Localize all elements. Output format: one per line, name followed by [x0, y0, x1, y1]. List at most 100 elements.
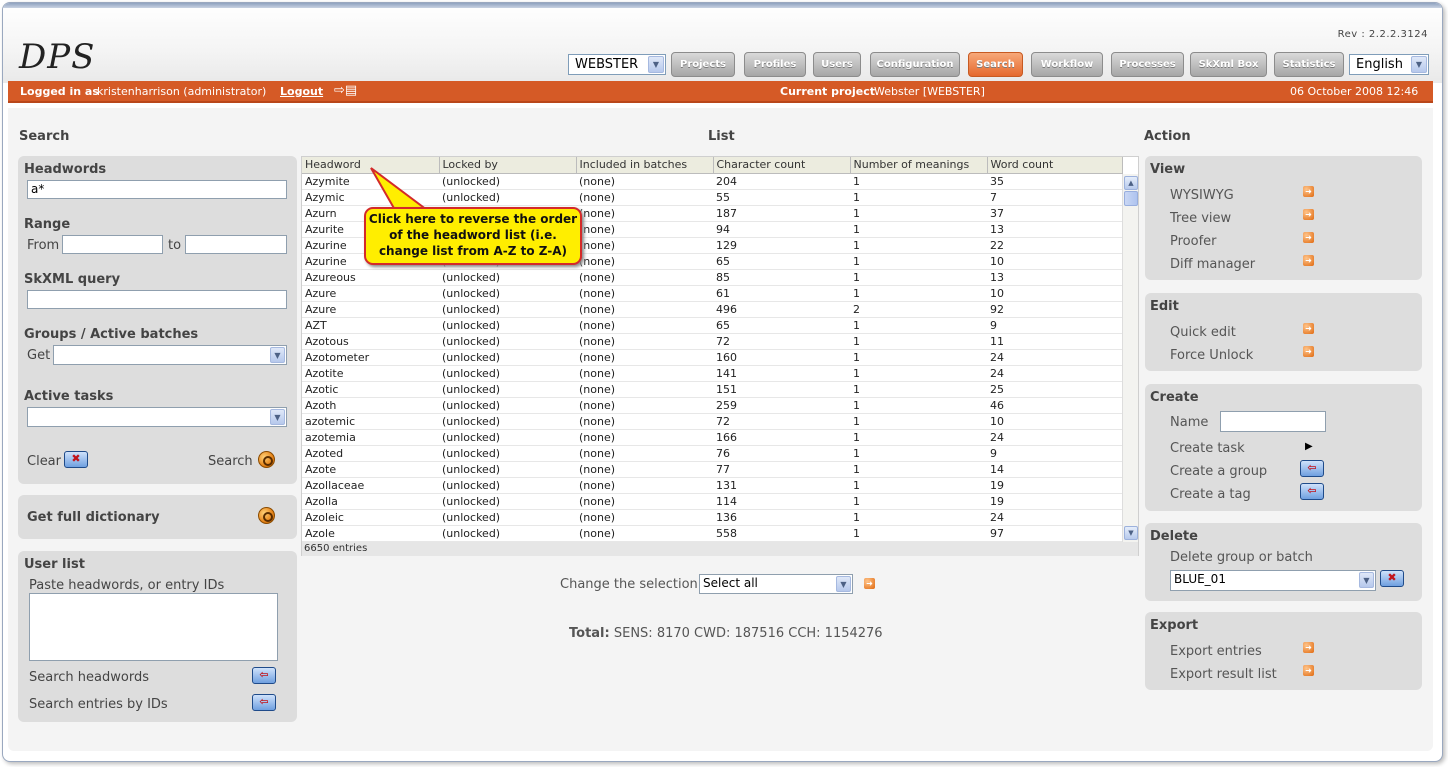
- selection-select[interactable]: Select all ▼: [699, 574, 853, 594]
- table-scrollbar[interactable]: ▲ ▼: [1122, 174, 1138, 542]
- nav-configuration[interactable]: Configuration: [870, 52, 960, 77]
- scroll-thumb[interactable]: [1124, 191, 1138, 206]
- total-line: Total: SENS: 8170 CWD: 187516 CCH: 11542…: [569, 626, 883, 641]
- action-wysiwyg[interactable]: WYSIWYG: [1170, 188, 1234, 203]
- arrow-right-icon[interactable]: ➜: [1303, 255, 1314, 266]
- arrow-right-icon[interactable]: ➜: [1303, 665, 1314, 676]
- arrow-right-icon[interactable]: ➜: [1303, 186, 1314, 197]
- action-create-task[interactable]: Create task: [1170, 441, 1245, 456]
- nav-statistics[interactable]: Statistics: [1274, 52, 1344, 77]
- table-row[interactable]: Azolla (unlocked) (none) 114 1 19: [302, 493, 1122, 510]
- clear-label[interactable]: Clear: [27, 454, 61, 469]
- column-header[interactable]: Locked by: [439, 157, 577, 174]
- triangle-right-icon[interactable]: ▶: [1305, 441, 1313, 452]
- headwords-input[interactable]: a*: [27, 180, 287, 199]
- table-row[interactable]: Azoleic (unlocked) (none) 136 1 24: [302, 509, 1122, 526]
- table-row[interactable]: Azollaceae (unlocked) (none) 131 1 19: [302, 477, 1122, 494]
- chevron-down-icon[interactable]: ▼: [1359, 572, 1374, 588]
- table-row[interactable]: Azotic (unlocked) (none) 151 1 25: [302, 381, 1122, 398]
- arrow-right-icon[interactable]: ➜: [1303, 346, 1314, 357]
- active-tasks-select[interactable]: ▼: [27, 407, 287, 427]
- search-icon[interactable]: [258, 451, 275, 468]
- nav-projects[interactable]: Projects: [671, 52, 735, 77]
- action-tree-view[interactable]: Tree view: [1170, 211, 1231, 226]
- language-select[interactable]: English ▼: [1349, 54, 1429, 75]
- delete-select[interactable]: BLUE_01 ▼: [1170, 570, 1376, 591]
- table-cell: (none): [576, 189, 713, 206]
- table-row[interactable]: Azure (unlocked) (none) 61 1 10: [302, 285, 1122, 302]
- nav-skxml-box[interactable]: SkXml Box: [1190, 52, 1267, 77]
- chevron-down-icon[interactable]: ▼: [836, 576, 851, 592]
- table-cell: Azure: [302, 301, 439, 318]
- table-row[interactable]: Azureous (unlocked) (none) 85 1 13: [302, 269, 1122, 286]
- table-row[interactable]: azotemic (unlocked) (none) 72 1 10: [302, 413, 1122, 430]
- nav-processes[interactable]: Processes: [1111, 52, 1184, 77]
- groups-select[interactable]: ▼: [53, 345, 287, 365]
- chevron-down-icon[interactable]: ▼: [270, 409, 285, 425]
- search-button-label[interactable]: Search: [208, 454, 253, 469]
- import-icon[interactable]: ⇦: [252, 667, 276, 684]
- table-row[interactable]: Azole (unlocked) (none) 558 1 97: [302, 525, 1122, 542]
- table-cell: 1: [850, 397, 987, 414]
- action-export-entries[interactable]: Export entries: [1170, 644, 1262, 659]
- nav-users[interactable]: Users: [813, 52, 861, 77]
- table-row[interactable]: Azoth (unlocked) (none) 259 1 46: [302, 397, 1122, 414]
- skxml-query-input[interactable]: [27, 290, 287, 309]
- arrow-right-icon[interactable]: ➜: [1303, 642, 1314, 653]
- action-export-result-list[interactable]: Export result list: [1170, 667, 1277, 682]
- action-diff-manager[interactable]: Diff manager: [1170, 257, 1255, 272]
- import-icon[interactable]: ⇦: [252, 694, 276, 711]
- search-icon[interactable]: [258, 507, 275, 524]
- column-header[interactable]: Character count: [713, 157, 851, 174]
- table-row[interactable]: Azoted (unlocked) (none) 76 1 9: [302, 445, 1122, 462]
- chevron-down-icon[interactable]: ▼: [1411, 56, 1427, 73]
- table-row[interactable]: Azotite (unlocked) (none) 141 1 24: [302, 365, 1122, 382]
- table-row[interactable]: Azure (unlocked) (none) 496 2 92: [302, 301, 1122, 318]
- logout-link[interactable]: Logout: [280, 85, 323, 98]
- column-header[interactable]: Included in batches: [576, 157, 714, 174]
- chevron-down-icon[interactable]: ▼: [648, 56, 664, 73]
- arrow-right-icon[interactable]: ➜: [1303, 232, 1314, 243]
- table-row[interactable]: Azotometer (unlocked) (none) 160 1 24: [302, 349, 1122, 366]
- user-list-textarea[interactable]: [29, 593, 278, 661]
- project-select[interactable]: WEBSTER ▼: [568, 54, 666, 75]
- action-force-unlock[interactable]: Force Unlock: [1170, 348, 1253, 363]
- action-create-group[interactable]: Create a group: [1170, 464, 1267, 479]
- delete-icon[interactable]: ✖: [1380, 570, 1404, 587]
- arrow-right-icon[interactable]: ➜: [1303, 323, 1314, 334]
- scroll-up-icon[interactable]: ▲: [1124, 176, 1138, 190]
- table-row[interactable]: Azotous (unlocked) (none) 72 1 11: [302, 333, 1122, 350]
- action-create-tag[interactable]: Create a tag: [1170, 487, 1251, 502]
- table-cell: 13: [987, 269, 1122, 286]
- table-row[interactable]: azotemia (unlocked) (none) 166 1 24: [302, 429, 1122, 446]
- search-ids-label[interactable]: Search entries by IDs: [29, 697, 168, 712]
- table-cell: 1: [850, 221, 987, 238]
- column-header[interactable]: Word count: [987, 157, 1123, 174]
- create-tag-icon[interactable]: ⇦: [1300, 483, 1324, 500]
- apply-arrow-icon[interactable]: ➜: [864, 578, 875, 589]
- create-group-icon[interactable]: ⇦: [1300, 460, 1324, 477]
- nav-search[interactable]: Search: [968, 52, 1023, 77]
- action-quick-edit[interactable]: Quick edit: [1170, 325, 1236, 340]
- table-cell: 1: [850, 445, 987, 462]
- column-header[interactable]: Number of meanings: [850, 157, 988, 174]
- range-from-input[interactable]: [62, 235, 163, 254]
- range-to-input[interactable]: [185, 235, 287, 254]
- nav-profiles[interactable]: Profiles: [744, 52, 806, 77]
- table-cell: 131: [713, 477, 850, 494]
- nav-workflow[interactable]: Workflow: [1031, 52, 1103, 77]
- delete-description: Delete group or batch: [1170, 550, 1313, 565]
- scroll-down-icon[interactable]: ▼: [1124, 526, 1138, 540]
- create-name-input[interactable]: [1220, 411, 1326, 432]
- table-cell: 1: [850, 429, 987, 446]
- table-row[interactable]: Azote (unlocked) (none) 77 1 14: [302, 461, 1122, 478]
- search-headwords-label[interactable]: Search headwords: [29, 670, 149, 685]
- arrow-right-icon[interactable]: ➜: [1303, 209, 1314, 220]
- logout-icon[interactable]: ⇨▤: [334, 83, 357, 98]
- clear-icon[interactable]: ✖: [64, 451, 88, 468]
- table-cell: 9: [987, 317, 1122, 334]
- chevron-down-icon[interactable]: ▼: [270, 347, 285, 363]
- full-dictionary-label[interactable]: Get full dictionary: [27, 510, 160, 525]
- table-row[interactable]: AZT (unlocked) (none) 65 1 9: [302, 317, 1122, 334]
- action-proofer[interactable]: Proofer: [1170, 234, 1217, 249]
